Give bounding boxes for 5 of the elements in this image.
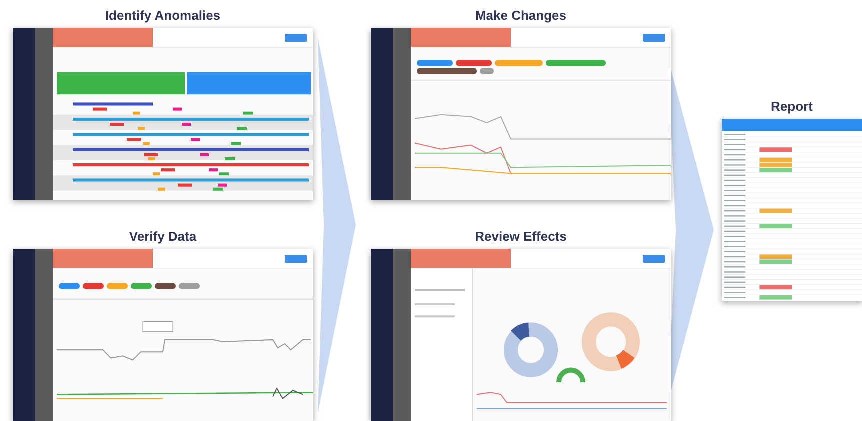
step-title: Verify Data xyxy=(129,228,197,246)
step-title: Make Changes xyxy=(475,7,567,25)
step-title: Report xyxy=(771,98,813,116)
step-title: Identify Anomalies xyxy=(105,7,221,25)
step-title: Review Effects xyxy=(475,228,567,246)
